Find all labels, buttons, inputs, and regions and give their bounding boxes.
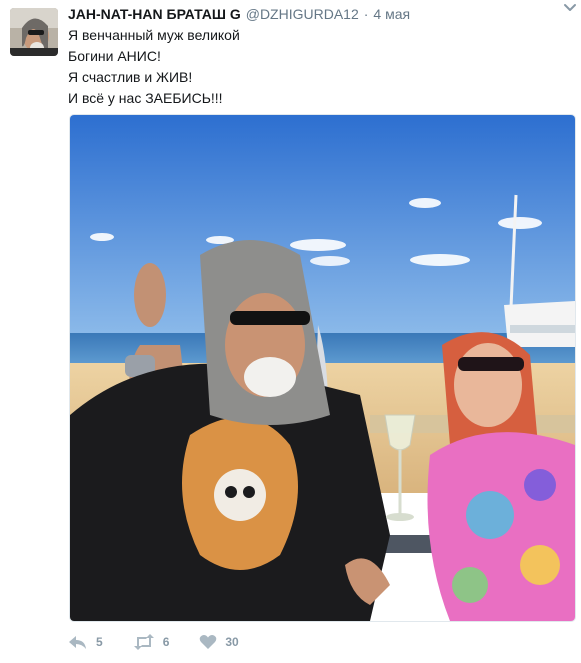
tweet-text-line: Богини АНИС! [68,48,161,64]
reply-button[interactable]: 5 [68,634,103,650]
retweet-icon [133,634,155,650]
retweet-count: 6 [162,635,170,649]
avatar[interactable] [10,8,58,56]
separator-dot: · [363,6,369,22]
like-button[interactable]: 30 [199,634,239,650]
tweet-header: JAH-NAT-HAN БРАТАШ G @DZHIGURDA12 · 4 ма… [68,4,573,24]
reply-icon [68,634,88,650]
tweet-text-line: Я венчанный муж великой [68,27,240,43]
avatar-image [10,8,58,56]
tweet-text: Я венчанный муж великой Богини АНИС! Я с… [68,25,548,109]
like-count: 30 [225,635,239,649]
heart-icon [199,634,217,650]
tweet-card: JAH-NAT-HAN БРАТАШ G @DZHIGURDA12 · 4 ма… [0,0,581,663]
tweet-date[interactable]: 4 мая [373,6,410,22]
display-name[interactable]: JAH-NAT-HAN БРАТАШ G [68,6,241,22]
username[interactable]: @DZHIGURDA12 [246,6,359,22]
chevron-down-icon[interactable] [563,0,577,17]
tweet-text-line: Я счастлив и ЖИВ! [68,69,193,85]
tweet-photo[interactable] [69,114,576,622]
retweet-button[interactable]: 6 [133,634,170,650]
reply-count: 5 [96,635,103,649]
tweet-text-line: И всё у нас ЗАЕБИСЬ!!! [68,90,223,106]
tweet-actions: 5 6 30 [68,630,269,654]
photo-image [70,115,575,621]
